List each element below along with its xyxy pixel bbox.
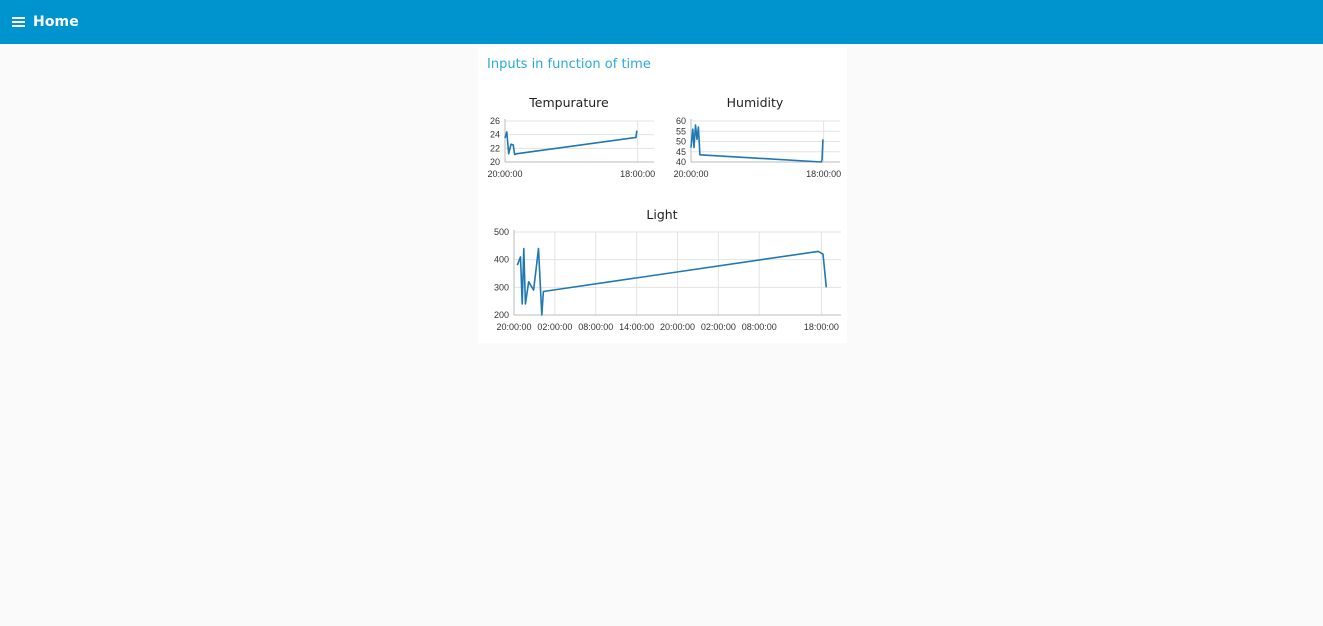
temperature-chart: 20 22 24 26 20:00:00 18:00:00 — [487, 116, 655, 179]
series-line — [516, 247, 828, 316]
y-tick-label: 22 — [490, 143, 500, 153]
y-tick-label: 40 — [676, 157, 686, 167]
group-title: Inputs in function of time — [487, 57, 651, 72]
y-tick-label: 24 — [490, 130, 500, 140]
x-tick-label: 08:00:00 — [742, 322, 777, 332]
y-tick-label: 50 — [676, 137, 686, 147]
y-tick-label: 400 — [494, 255, 509, 265]
x-tick-label: 18:00:00 — [806, 169, 841, 179]
humidity-chart: 4045505560 20:00:00 18:00:00 — [673, 116, 841, 179]
x-tick-label: 14:00:00 — [619, 322, 654, 332]
x-tick-label: 20:00:00 — [487, 169, 522, 179]
x-tick-label: 08:00:00 — [578, 322, 613, 332]
y-tick-label: 26 — [490, 116, 500, 126]
y-tick-label: 20 — [490, 157, 500, 167]
x-tick-label: 02:00:00 — [701, 322, 736, 332]
chart-title-humidity: Humidity — [726, 95, 784, 110]
y-tick-label: 300 — [494, 282, 509, 292]
y-tick-label: 60 — [676, 116, 686, 126]
group-card: Inputs in function of time Tempurature 2… — [478, 47, 847, 343]
x-tick-label: 18:00:00 — [620, 169, 655, 179]
page-title: Home — [33, 14, 79, 30]
y-tick-label: 200 — [494, 310, 509, 320]
y-tick-label: 45 — [676, 147, 686, 157]
x-tick-label: 20:00:00 — [660, 322, 695, 332]
hamburger-menu-icon[interactable] — [12, 16, 26, 28]
series-line — [690, 124, 824, 163]
x-tick-label: 20:00:00 — [673, 169, 708, 179]
chart-title-temperature: Tempurature — [529, 95, 609, 110]
x-tick-label: 20:00:00 — [496, 322, 531, 332]
chart-title-light: Light — [646, 207, 678, 222]
y-tick-label: 55 — [676, 126, 686, 136]
x-tick-label: 02:00:00 — [537, 322, 572, 332]
toolbar: Home — [0, 0, 1323, 44]
light-chart: 200 300 400 500 20:00:00 02:00:00 08:00:00 14:0… — [494, 227, 841, 332]
y-tick-label: 500 — [494, 227, 509, 237]
x-tick-label: 18:00:00 — [804, 322, 839, 332]
